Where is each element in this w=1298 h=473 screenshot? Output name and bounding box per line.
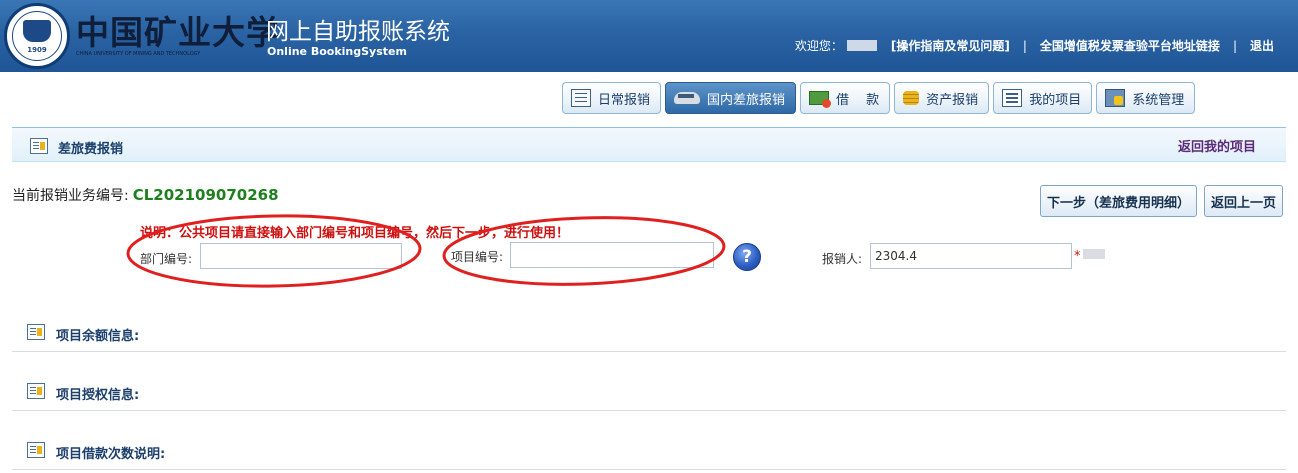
redacted-username	[846, 40, 877, 51]
list-icon	[1002, 89, 1023, 107]
train-icon	[674, 92, 701, 104]
invoice-check-link[interactable]: 全国增值税发票查验平台地址链接	[1040, 37, 1220, 54]
system-title: 网上自助报账系统	[266, 19, 450, 45]
project-number-label: 项目编号:	[451, 250, 504, 264]
university-name-en: CHINA UNIVERSITY OF MINING AND TECHNOLOG…	[76, 51, 201, 57]
project-balance-section: 项目余额信息:	[12, 318, 1286, 352]
form-icon	[30, 138, 48, 154]
tab-daily-reimbursement[interactable]: 日常报销	[562, 82, 662, 114]
help-icon[interactable]: ?	[733, 243, 761, 271]
app-header: 1909 中国矿业大学 CHINA UNIVERSITY OF MINING A…	[0, 0, 1298, 72]
university-seal-icon: 1909	[4, 3, 70, 69]
back-to-projects-link[interactable]: 返回我的项目	[1178, 136, 1256, 155]
logout-link[interactable]: 退出	[1250, 37, 1274, 54]
section-heading: 项目借款次数说明:	[56, 447, 166, 462]
dept-number-label: 部门编号:	[140, 252, 193, 266]
tab-label: 借 款	[836, 92, 880, 108]
money-icon	[809, 91, 832, 108]
document-icon	[571, 89, 591, 107]
project-authorization-section: 项目授权信息:	[12, 377, 1286, 411]
back-button[interactable]: 返回上一页	[1204, 185, 1283, 217]
tab-label: 资产报销	[926, 92, 979, 108]
welcome-label: 欢迎您：	[794, 39, 843, 53]
coin-icon	[903, 89, 920, 107]
claimer-input[interactable]	[870, 243, 1072, 269]
tab-asset-reimbursement[interactable]: 资产报销	[894, 82, 990, 114]
form-icon	[27, 383, 45, 399]
system-subtitle: Online BookingSystem	[267, 45, 407, 58]
tab-my-projects[interactable]: 我的项目	[993, 82, 1093, 114]
tab-domestic-travel[interactable]: 国内差旅报销	[665, 82, 797, 114]
university-name: 中国矿业大学	[76, 13, 280, 52]
tab-loan[interactable]: 借 款	[800, 82, 891, 114]
form-icon	[27, 324, 45, 340]
top-toolbar: 欢迎您： [操作指南及常见问题] | 全国增值税发票查验平台地址链接 | 退出	[795, 37, 1274, 54]
business-number-row: 当前报销业务编号: CL202109070268	[12, 185, 279, 205]
project-number-input[interactable]	[510, 242, 714, 268]
business-number-label: 当前报销业务编号:	[12, 188, 129, 204]
redacted-claimer-name	[1083, 249, 1105, 259]
management-icon	[1105, 89, 1126, 107]
business-number: CL202109070268	[132, 186, 279, 204]
tab-label: 国内差旅报销	[707, 92, 786, 108]
required-mark: *	[1074, 249, 1081, 264]
tab-label: 日常报销	[598, 92, 651, 108]
separator: |	[1232, 38, 1237, 53]
guide-link[interactable]: [操作指南及常见问题]	[891, 37, 1010, 54]
separator: |	[1022, 38, 1027, 53]
section-heading: 项目授权信息:	[56, 388, 140, 403]
instruction-notice: 说明：公共项目请直接输入部门编号和项目编号，然后下一步，进行使用！	[140, 226, 570, 241]
tab-label: 我的项目	[1029, 92, 1082, 108]
section-heading: 项目余额信息:	[56, 329, 140, 344]
section-header: 差旅费报销 返回我的项目	[12, 127, 1286, 162]
tab-label: 系统管理	[1132, 92, 1185, 108]
next-step-button[interactable]: 下一步（差旅费用明细）	[1040, 185, 1197, 217]
project-loan-count-section: 项目借款次数说明:	[12, 436, 1286, 470]
tab-system-management[interactable]: 系统管理	[1096, 82, 1196, 114]
main-nav: 日常报销 国内差旅报销 借 款 资产报销 我的项目 系统管理	[562, 82, 1196, 114]
form-icon	[27, 442, 45, 458]
university-logo: 1909 中国矿业大学 CHINA UNIVERSITY OF MINING A…	[0, 0, 279, 72]
claimer-label: 报销人:	[822, 252, 863, 266]
section-title: 差旅费报销	[58, 142, 124, 157]
dept-number-input[interactable]	[200, 243, 402, 269]
